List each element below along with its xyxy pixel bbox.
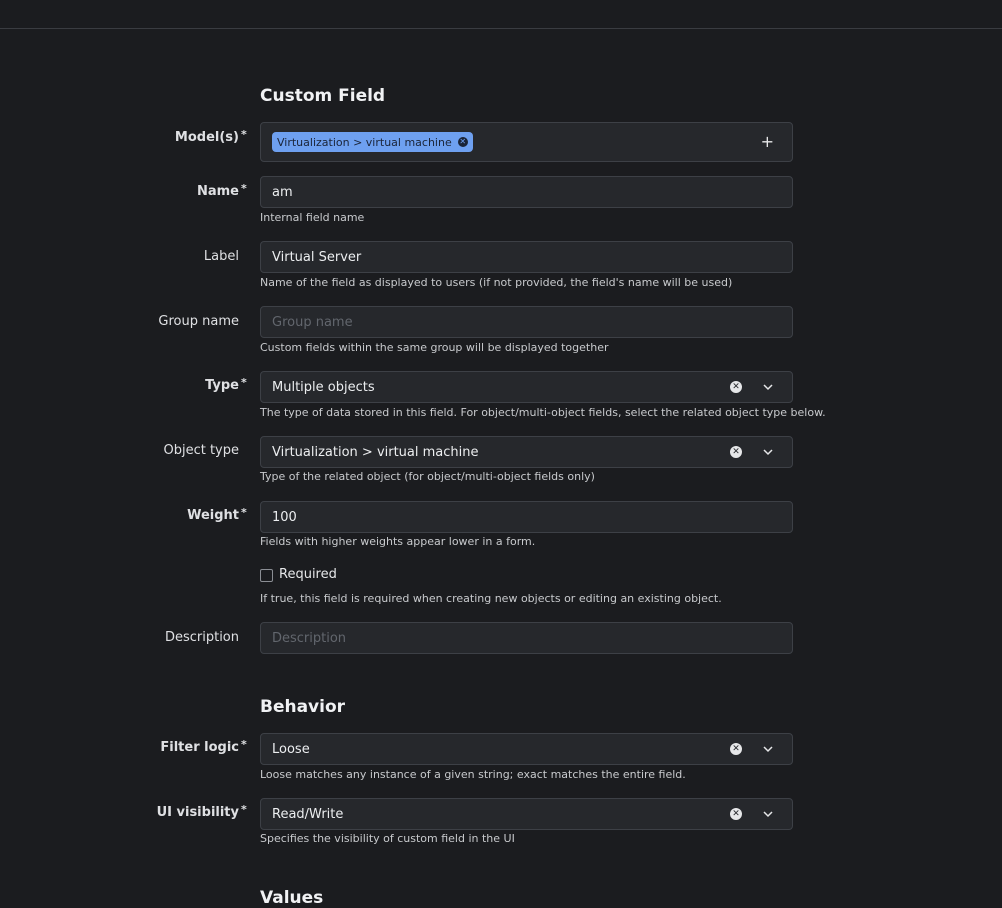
- section-title-custom-field: Custom Field: [260, 86, 386, 106]
- chevron-down-icon[interactable]: [762, 743, 774, 755]
- chevron-down-icon[interactable]: [762, 808, 774, 820]
- clear-icon[interactable]: ✕: [730, 808, 742, 820]
- section-title-values: Values: [260, 888, 324, 908]
- ui-visibility-label: UI visibility: [156, 805, 239, 820]
- ui-visibility-value: Read/Write: [272, 806, 344, 822]
- required-asterisk: *: [241, 738, 247, 751]
- name-help: Internal field name: [260, 211, 365, 224]
- label-value: Virtual Server: [272, 249, 362, 265]
- group-name-input[interactable]: Group name: [260, 306, 793, 338]
- clear-icon[interactable]: ✕: [730, 446, 742, 458]
- required-asterisk: *: [241, 506, 247, 519]
- name-value: am: [272, 184, 293, 200]
- description-input[interactable]: Description: [260, 622, 793, 654]
- type-label: Type: [205, 378, 239, 393]
- required-checkbox-label[interactable]: Required: [279, 567, 337, 582]
- type-select[interactable]: Multiple objects ✕: [260, 371, 793, 403]
- object-type-value: Virtualization > virtual machine: [272, 444, 479, 460]
- model-tag: Virtualization > virtual machine ✕: [272, 132, 473, 152]
- name-input[interactable]: am: [260, 176, 793, 208]
- required-checkbox[interactable]: [260, 569, 273, 582]
- weight-input[interactable]: 100: [260, 501, 793, 533]
- filter-logic-value: Loose: [272, 741, 310, 757]
- description-label: Description: [164, 630, 239, 645]
- object-type-select[interactable]: Virtualization > virtual machine ✕: [260, 436, 793, 468]
- object-type-label: Object type: [163, 443, 239, 458]
- weight-help: Fields with higher weights appear lower …: [260, 535, 536, 548]
- section-title-behavior: Behavior: [260, 697, 346, 717]
- group-name-help: Custom fields within the same group will…: [260, 341, 609, 354]
- weight-value: 100: [272, 509, 297, 525]
- group-name-placeholder: Group name: [272, 314, 353, 330]
- ui-visibility-help: Specifies the visibility of custom field…: [260, 832, 515, 845]
- tag-remove-icon[interactable]: ✕: [457, 137, 468, 147]
- weight-label: Weight: [187, 508, 239, 523]
- filter-logic-help: Loose matches any instance of a given st…: [260, 768, 686, 781]
- top-navbar: [0, 0, 1002, 29]
- models-multiselect[interactable]: Virtualization > virtual machine ✕ +: [260, 122, 793, 162]
- label-label: Label: [203, 249, 239, 264]
- label-input[interactable]: Virtual Server: [260, 241, 793, 273]
- required-asterisk: *: [241, 803, 247, 816]
- ui-visibility-select[interactable]: Read/Write ✕: [260, 798, 793, 830]
- group-name-label: Group name: [158, 314, 239, 329]
- clear-icon[interactable]: ✕: [730, 381, 742, 393]
- type-value: Multiple objects: [272, 379, 375, 395]
- label-help: Name of the field as displayed to users …: [260, 276, 733, 289]
- required-asterisk: *: [241, 128, 247, 141]
- filter-logic-label: Filter logic: [160, 740, 239, 755]
- required-asterisk: *: [241, 182, 247, 195]
- required-asterisk: *: [241, 376, 247, 389]
- chevron-down-icon[interactable]: [762, 381, 774, 393]
- type-help: The type of data stored in this field. F…: [260, 406, 826, 419]
- chevron-down-icon[interactable]: [762, 446, 774, 458]
- clear-icon[interactable]: ✕: [730, 743, 742, 755]
- name-label: Name: [196, 184, 239, 199]
- object-type-help: Type of the related object (for object/m…: [260, 470, 595, 483]
- filter-logic-select[interactable]: Loose ✕: [260, 733, 793, 765]
- model-tag-label: Virtualization > virtual machine: [277, 135, 452, 149]
- required-help: If true, this field is required when cre…: [260, 592, 722, 605]
- plus-icon[interactable]: +: [761, 134, 774, 150]
- models-label: Model(s): [174, 130, 239, 145]
- description-placeholder: Description: [272, 630, 347, 646]
